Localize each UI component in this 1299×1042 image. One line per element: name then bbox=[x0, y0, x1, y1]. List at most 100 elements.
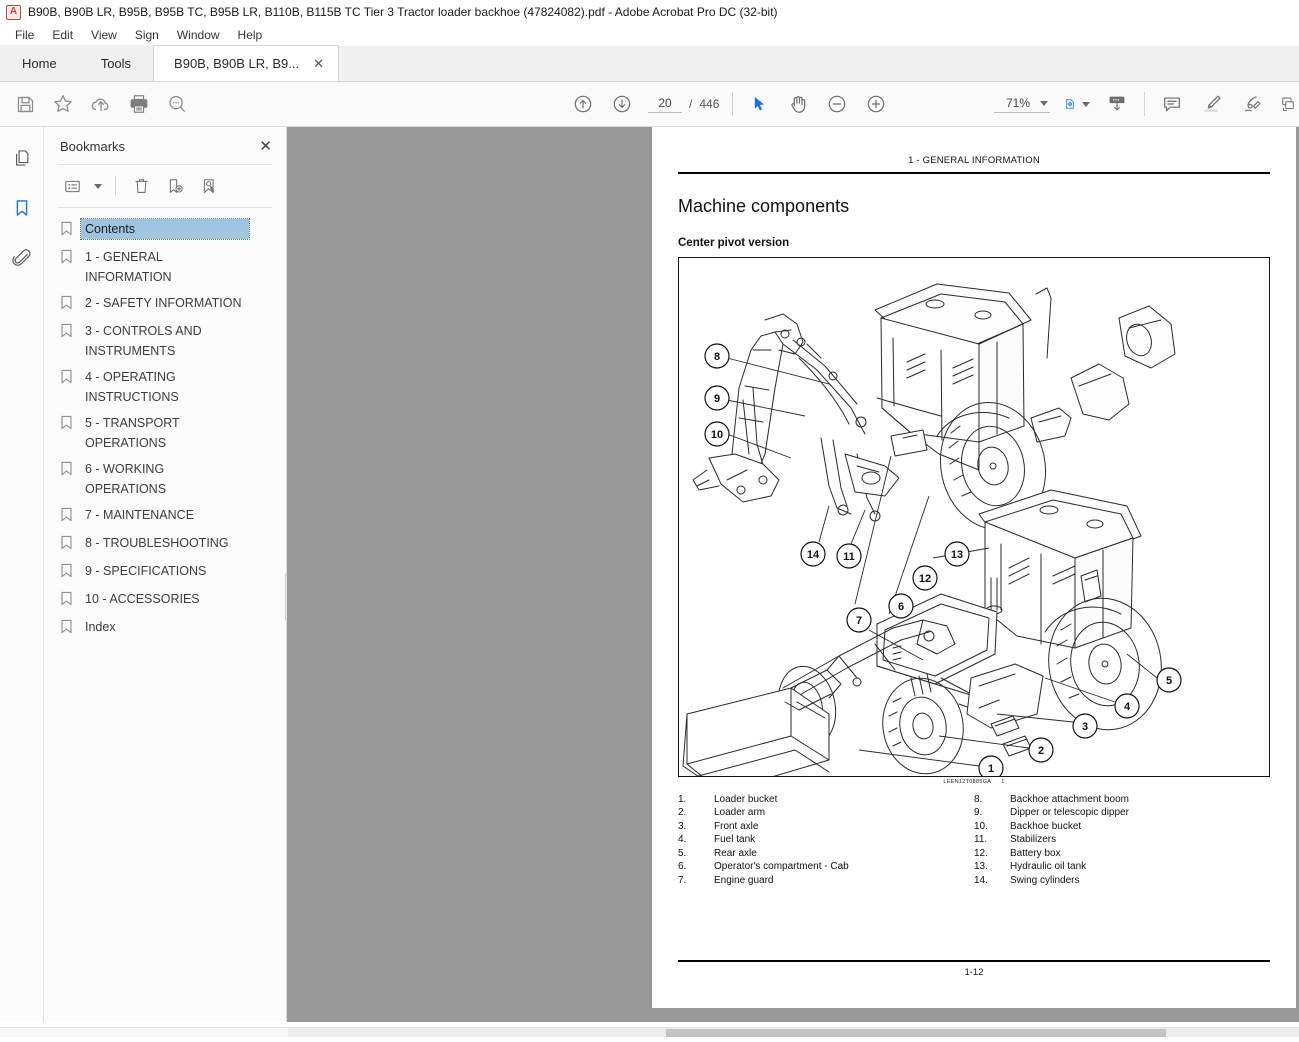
legend-row: 14. Swing cylinders bbox=[974, 874, 1270, 888]
bookmark-icon bbox=[60, 535, 73, 555]
svg-text:5: 5 bbox=[1166, 675, 1172, 687]
acrobat-icon: A bbox=[6, 4, 21, 20]
svg-text:14: 14 bbox=[807, 549, 820, 561]
bookmark-icon bbox=[60, 563, 73, 583]
main-toolbar: / 446 bbox=[0, 82, 1299, 127]
legend-number: 5. bbox=[678, 847, 687, 859]
bookmark-label: 6 - WORKING OPERATIONS bbox=[85, 462, 167, 496]
bookmarks-panel: Bookmarks ✕ Contents 1 - GENERAL INFORMA… bbox=[44, 127, 294, 1022]
menu-item-view[interactable]: View bbox=[82, 26, 126, 44]
status-bar bbox=[0, 1037, 1299, 1042]
window-title: B90B, B90B LR, B95B, B95B TC, B95B LR, B… bbox=[28, 5, 778, 19]
tab-document-label: B90B, B90B LR, B9... bbox=[174, 56, 300, 71]
bookmark-label: 7 - MAINTENANCE bbox=[85, 508, 195, 522]
svg-text:1: 1 bbox=[988, 763, 994, 775]
star-icon[interactable] bbox=[50, 91, 76, 117]
options-menu-icon[interactable] bbox=[60, 174, 84, 198]
bookmarks-toolbar bbox=[44, 165, 286, 207]
backhoe-loader-illustration: 8 9 10 14 11 12 13 6 7 5 4 3 2 1 bbox=[682, 283, 1182, 776]
bookmark-item-troubleshooting[interactable]: 8 - TROUBLESHOOTING bbox=[44, 530, 286, 558]
bookmark-item-safety-information[interactable]: 2 - SAFETY INFORMATION bbox=[44, 290, 286, 318]
toolbar-divider-2 bbox=[1144, 92, 1145, 116]
legend-text: Fuel tank bbox=[714, 834, 756, 846]
print-icon[interactable] bbox=[126, 91, 152, 117]
delete-bookmark-icon[interactable] bbox=[129, 174, 153, 198]
legend-row: 5. Rear axle bbox=[678, 847, 974, 861]
zoom-out-icon[interactable] bbox=[824, 91, 850, 117]
legend-row: 8. Backhoe attachment boom bbox=[974, 793, 1270, 807]
bookmark-icon bbox=[60, 461, 73, 481]
bookmark-label: 2 - SAFETY INFORMATION bbox=[85, 296, 242, 310]
bookmark-icon bbox=[60, 249, 73, 269]
search-icon[interactable] bbox=[164, 91, 190, 117]
legend-row: 13. Hydraulic oil tank bbox=[974, 860, 1270, 874]
footer-rule bbox=[678, 960, 1270, 962]
figure-number: 1 bbox=[1001, 778, 1005, 785]
stamp-icon[interactable] bbox=[1279, 91, 1297, 117]
bookmark-item-index[interactable]: Index bbox=[44, 614, 286, 642]
bookmark-item-specifications[interactable]: 9 - SPECIFICATIONS bbox=[44, 558, 286, 586]
legend-row: 1. Loader bucket bbox=[678, 793, 974, 807]
next-page-icon[interactable] bbox=[609, 91, 635, 117]
bookmarks-icon[interactable] bbox=[7, 193, 37, 223]
new-bookmark-icon[interactable] bbox=[163, 174, 187, 198]
figure-code: LEEN12T0885GA bbox=[943, 778, 992, 785]
attachments-icon[interactable] bbox=[7, 243, 37, 273]
bookmark-item-working-operations[interactable]: 6 - WORKING OPERATIONS bbox=[44, 456, 286, 502]
sign-icon[interactable] bbox=[1239, 91, 1265, 117]
bookmarks-toolbar-divider bbox=[115, 176, 116, 196]
legend-text: Front axle bbox=[714, 820, 759, 832]
legend-row: 6. Operator's compartment - Cab bbox=[678, 860, 974, 874]
page-display-icon[interactable] bbox=[1104, 91, 1130, 117]
bookmark-icon bbox=[60, 591, 73, 611]
fit-page-icon[interactable] bbox=[1064, 91, 1090, 117]
select-arrow-icon[interactable] bbox=[746, 91, 772, 117]
legend-text: Loader bucket bbox=[714, 793, 778, 805]
pdf-page: 1 - GENERAL INFORMATION Machine componen… bbox=[652, 127, 1296, 1008]
legend-number: 4. bbox=[678, 834, 687, 846]
svg-text:8: 8 bbox=[714, 351, 720, 363]
workspace: Bookmarks ✕ Contents 1 - GENERAL INFORMA… bbox=[0, 127, 1299, 1022]
highlight-icon[interactable] bbox=[1199, 91, 1225, 117]
bookmark-item-transport-operations[interactable]: 5 - TRANSPORT OPERATIONS bbox=[44, 410, 286, 456]
chevron-down-icon-bookmarks[interactable] bbox=[94, 183, 102, 189]
find-bookmark-icon[interactable] bbox=[197, 174, 221, 198]
component-legend: 1. Loader bucket 2. Loader arm 3. Front … bbox=[678, 793, 1270, 888]
previous-page-icon[interactable] bbox=[570, 91, 596, 117]
bookmark-icon bbox=[60, 221, 73, 241]
menu-item-sign[interactable]: Sign bbox=[126, 26, 168, 44]
chevron-down-icon-fit[interactable] bbox=[1082, 101, 1090, 107]
document-viewport[interactable]: 1 - GENERAL INFORMATION Machine componen… bbox=[287, 127, 1299, 1022]
menu-bar: File Edit View Sign Window Help bbox=[0, 24, 1299, 46]
tab-home[interactable]: Home bbox=[0, 45, 79, 81]
comment-icon[interactable] bbox=[1159, 91, 1185, 117]
bookmark-item-contents[interactable]: Contents bbox=[44, 216, 286, 244]
upload-cloud-icon[interactable] bbox=[88, 91, 114, 117]
tab-tools[interactable]: Tools bbox=[78, 45, 154, 81]
close-icon[interactable]: ✕ bbox=[313, 56, 324, 72]
bookmarks-panel-header: Bookmarks ✕ bbox=[44, 127, 286, 164]
legend-number: 8. bbox=[974, 793, 983, 805]
bookmark-item-accessories[interactable]: 10 - ACCESSORIES bbox=[44, 586, 286, 614]
tab-document[interactable]: B90B, B90B LR, B9... ✕ bbox=[153, 45, 339, 81]
zoom-in-icon[interactable] bbox=[863, 91, 889, 117]
legend-column-left: 1. Loader bucket 2. Loader arm 3. Front … bbox=[678, 793, 974, 888]
menu-item-window[interactable]: Window bbox=[168, 26, 229, 44]
chevron-down-icon[interactable] bbox=[1040, 100, 1048, 106]
page-thumbnails-icon[interactable] bbox=[7, 143, 37, 173]
bookmark-item-maintenance[interactable]: 7 - MAINTENANCE bbox=[44, 502, 286, 530]
page-number-input[interactable] bbox=[648, 95, 682, 113]
zoom-level-control[interactable]: 71% bbox=[994, 95, 1050, 113]
bookmark-item-operating-instructions[interactable]: 4 - OPERATING INSTRUCTIONS bbox=[44, 364, 286, 410]
running-header: 1 - GENERAL INFORMATION bbox=[908, 155, 1040, 166]
menu-item-help[interactable]: Help bbox=[229, 26, 272, 44]
hand-icon[interactable] bbox=[785, 91, 811, 117]
bookmark-item-general-information[interactable]: 1 - GENERAL INFORMATION bbox=[44, 244, 286, 290]
page-total-count: 446 bbox=[699, 97, 720, 111]
menu-item-file[interactable]: File bbox=[6, 26, 43, 44]
menu-item-edit[interactable]: Edit bbox=[43, 26, 82, 44]
close-icon[interactable]: ✕ bbox=[259, 139, 272, 154]
bookmark-item-controls-and-instruments[interactable]: 3 - CONTROLS AND INSTRUMENTS bbox=[44, 318, 286, 364]
svg-text:6: 6 bbox=[898, 601, 904, 613]
save-icon[interactable] bbox=[12, 91, 38, 117]
